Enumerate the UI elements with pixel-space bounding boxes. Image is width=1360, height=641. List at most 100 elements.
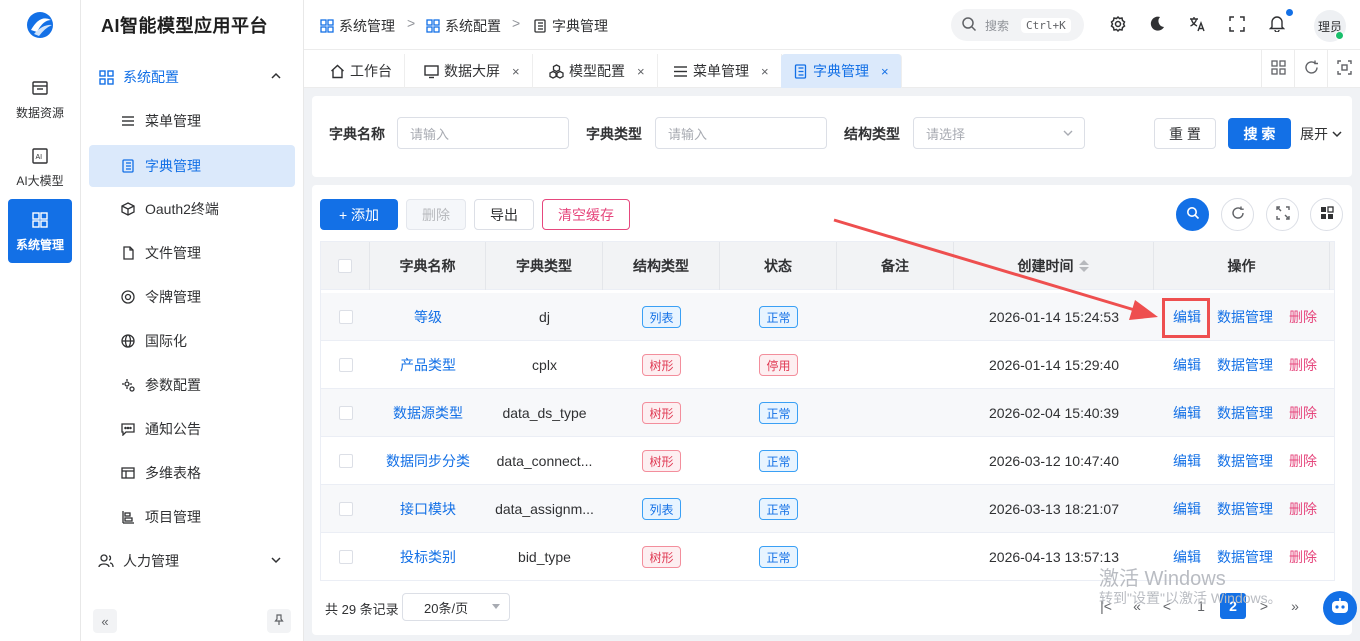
page-size-select[interactable]: 20条/页 [402,593,510,621]
tab-data-screen[interactable]: 数据大屏 × [412,54,533,88]
rail-item-ai-model[interactable]: AI AI大模型 [8,135,72,199]
menu-item-file-management[interactable]: 文件管理 [89,232,295,274]
reset-button[interactable]: 重 置 [1154,118,1216,149]
expand-filters-button[interactable]: 展开 [1300,124,1343,144]
data-management-button[interactable]: 数据管理 [1217,341,1273,389]
tab-label: 模型配置 [569,63,625,79]
refresh-table-button[interactable] [1221,198,1254,231]
tab-menu-management[interactable]: 菜单管理 × [661,54,782,88]
row-checkbox[interactable] [338,502,353,516]
delete-button[interactable]: 删除 [1289,437,1317,485]
breadcrumb-item-system[interactable]: 系统管理 [320,16,395,36]
batch-delete-button[interactable]: 删除 [406,199,466,230]
dict-name-link[interactable]: 数据同步分类 [370,437,486,485]
close-icon[interactable]: × [761,64,769,79]
sort-icon[interactable] [1078,259,1090,273]
column-header-created[interactable]: 创建时间 [954,242,1154,290]
refresh-tab-button[interactable] [1294,50,1327,88]
expand-label: 展开 [1300,126,1328,142]
notifications-button[interactable] [1267,15,1287,35]
row-select-cell [321,485,370,533]
tab-dictionary-management[interactable]: 字典管理 × [781,54,902,88]
menu-item-label: 国际化 [145,333,187,349]
refresh-icon [1304,60,1319,78]
tabs-layout-button[interactable] [1261,50,1294,88]
maximize-content-button[interactable] [1327,50,1360,88]
edit-button[interactable]: 编辑 [1173,389,1201,437]
rail-item-system-management[interactable]: 系统管理 [8,199,72,263]
menu-item-param-config[interactable]: 参数配置 [89,364,295,406]
add-button[interactable]: + 添加 [320,199,398,230]
data-management-button[interactable]: 数据管理 [1217,485,1273,533]
row-checkbox[interactable] [338,358,353,372]
settings-icon [120,377,136,393]
created-time-cell: 2026-03-12 10:47:40 [989,453,1119,469]
edit-button[interactable]: 编辑 [1173,437,1201,485]
delete-button[interactable]: 删除 [1289,293,1317,341]
dict-type-input[interactable]: 请输入 [655,117,827,149]
select-all-checkbox[interactable] [338,259,352,273]
dict-name-link[interactable]: 数据源类型 [370,389,486,437]
struct-type-select[interactable]: 请选择 [913,117,1085,149]
menu-group-system-config[interactable]: 系统配置 [89,57,295,97]
clear-cache-button[interactable]: 清空缓存 [542,199,630,230]
global-search-button[interactable]: 搜索 Ctrl+K [951,9,1084,41]
status-cell: 停用 [720,341,837,389]
export-button[interactable]: 导出 [474,199,534,230]
edit-button[interactable]: 编辑 [1173,485,1201,533]
delete-button[interactable]: 删除 [1289,485,1317,533]
dict-name-link[interactable]: 投标类别 [370,533,486,580]
row-checkbox[interactable] [338,310,353,324]
dict-name-input[interactable]: 请输入 [397,117,569,149]
dict-name-link[interactable]: 等级 [370,293,486,341]
menu-item-menu-management[interactable]: 菜单管理 [89,100,295,142]
dict-name-link[interactable]: 产品类型 [370,341,486,389]
column-settings-button[interactable] [1310,198,1343,231]
app-logo-icon[interactable] [25,10,55,40]
menu-item-token-management[interactable]: 令牌管理 [89,276,295,318]
pin-sidebar-button[interactable] [267,609,291,633]
row-checkbox[interactable] [338,454,353,468]
toggle-search-button[interactable] [1176,198,1209,231]
menu-item-dictionary-management[interactable]: 字典管理 [89,145,295,187]
theme-toggle-button[interactable] [1147,15,1167,35]
edit-button[interactable]: 编辑 [1173,341,1201,389]
next-pages-button[interactable]: » [1282,593,1308,619]
data-management-button[interactable]: 数据管理 [1217,293,1273,341]
table-row: 接口模块 data_assignm... 列表 正常 2026-03-13 18:21:… [321,485,1334,533]
row-checkbox[interactable] [338,406,353,420]
data-management-button[interactable]: 数据管理 [1217,437,1273,485]
menu-item-multi-table[interactable]: 多维表格 [89,452,295,494]
language-button[interactable] [1187,15,1207,35]
breadcrumb-item-system-config[interactable]: 系统配置 [426,16,501,36]
collapse-sidebar-button[interactable]: « [93,609,117,633]
search-button[interactable]: 搜 索 [1228,118,1291,149]
status-badge: 正常 [759,498,798,520]
data-management-button[interactable]: 数据管理 [1217,389,1273,437]
menu-group-hr[interactable]: 人力管理 [89,541,295,581]
delete-button[interactable]: 删除 [1289,389,1317,437]
delete-button[interactable]: 删除 [1289,533,1317,580]
dictionary-icon [533,19,547,33]
ai-chip-icon: AI [30,146,50,166]
settings-button[interactable] [1108,15,1128,35]
close-icon[interactable]: × [881,64,889,79]
tab-model-config[interactable]: 模型配置 × [537,54,658,88]
menu-item-notice[interactable]: 通知公告 [89,408,295,450]
menu-item-project-management[interactable]: 项目管理 [89,496,295,538]
chat-assistant-button[interactable] [1323,591,1357,625]
table-row: 产品类型 cplx 树形 停用 2026-01-14 15:29:40 编辑 数据管理 删除 [321,341,1334,389]
fullscreen-button[interactable] [1227,15,1247,35]
delete-button[interactable]: 删除 [1289,341,1317,389]
list-icon [120,113,136,129]
close-icon[interactable]: × [512,64,520,79]
dict-name-link[interactable]: 接口模块 [370,485,486,533]
menu-item-i18n[interactable]: 国际化 [89,320,295,362]
fullscreen-table-button[interactable] [1266,198,1299,231]
row-checkbox[interactable] [338,550,353,564]
close-icon[interactable]: × [637,64,645,79]
chevron-up-icon [269,69,283,83]
rail-item-data-resources[interactable]: 数据资源 [8,67,72,131]
menu-item-oauth2-client[interactable]: Oauth2终端 [89,188,295,230]
tab-workbench[interactable]: 工作台 [318,54,405,88]
